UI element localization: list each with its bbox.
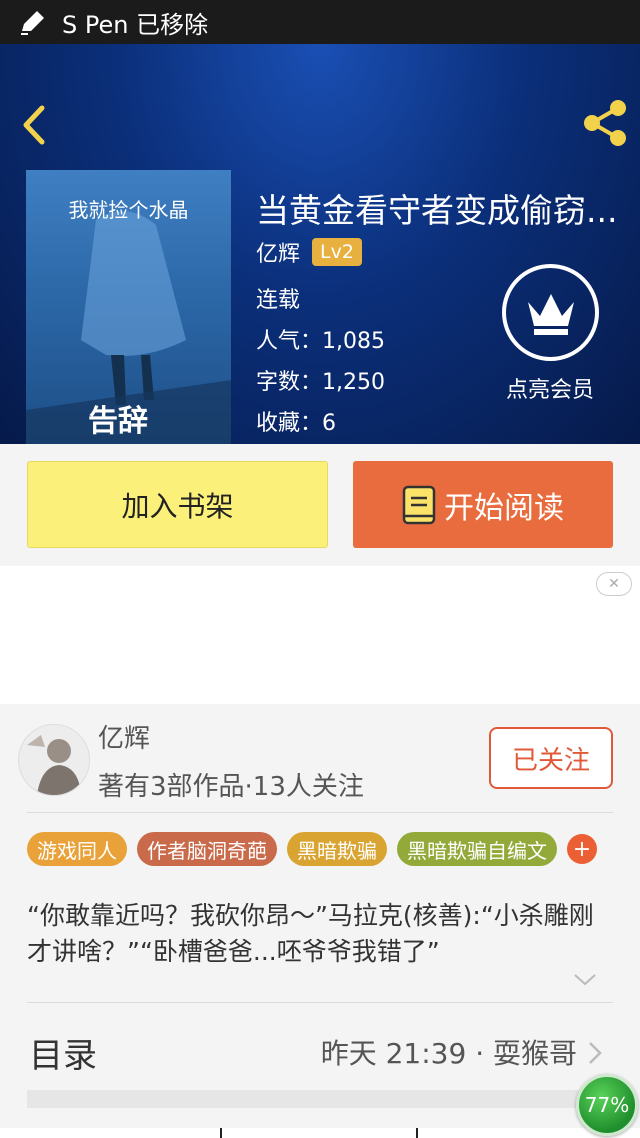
chevron-right-icon (589, 1042, 602, 1064)
avatar-image (19, 725, 89, 795)
author-row: 亿辉 Lv2 (256, 236, 362, 268)
start-reading-label: 开始阅读 (444, 490, 564, 526)
status-bar: S Pen 已移除 (0, 0, 640, 44)
table-of-contents-row[interactable]: 目录 昨天 21:39 · 耍猴哥 (27, 1022, 613, 1078)
cover-title: 告辞 (88, 404, 148, 439)
follow-button[interactable]: 已关注 (489, 727, 613, 789)
pen-icon (21, 11, 44, 35)
status-text: S Pen 已移除 (62, 10, 209, 39)
divider (416, 1128, 418, 1138)
share-icon[interactable] (578, 96, 632, 150)
level-badge: Lv2 (312, 238, 362, 266)
crown-icon (528, 294, 574, 335)
author-card: 亿辉 著有3部作品·13人关注 已关注 游戏同人 作者脑洞奇葩 黑暗欺骗 黑暗欺… (0, 704, 640, 1138)
toc-last-update: 昨天 21:39 · 耍猴哥 (320, 1037, 577, 1070)
author-stats: 著有3部作品·13人关注 (98, 772, 364, 802)
vip-label[interactable]: 点亮会员 (480, 372, 620, 404)
cover-subtitle: 我就捡个水晶 (68, 198, 189, 222)
divider (220, 1128, 222, 1138)
author-card-name[interactable]: 亿辉 (98, 718, 150, 755)
divider (27, 812, 613, 813)
serial-status: 连载 (256, 288, 301, 313)
start-reading-button[interactable]: 开始阅读 (353, 461, 613, 548)
tag-item[interactable]: 黑暗欺骗自编文 (397, 832, 557, 866)
toc-title: 目录 (29, 1036, 97, 1076)
section-gap (27, 1090, 613, 1108)
more-tags-button[interactable]: + (567, 834, 597, 864)
book-header: 我就捡个水晶 告辞 当黄金看守者变成偷窃... 亿辉 Lv2 连载 人气：1,0… (0, 44, 640, 444)
add-to-shelf-button[interactable]: 加入书架 (27, 461, 328, 548)
progress-badge[interactable]: 77% (576, 1074, 638, 1136)
popularity-count: 人气：1,085 (256, 329, 385, 354)
tag-item[interactable]: 作者脑洞奇葩 (137, 832, 277, 866)
vip-button[interactable] (502, 264, 599, 361)
favorites-count: 收藏：6 (256, 411, 336, 436)
chevron-left-icon[interactable] (14, 100, 54, 150)
chevron-down-icon[interactable] (572, 972, 598, 988)
tag-item[interactable]: 黑暗欺骗 (287, 832, 387, 866)
close-icon[interactable]: ✕ (596, 572, 632, 596)
ad-banner: ✕ (0, 566, 640, 704)
tag-item[interactable]: 游戏同人 (27, 832, 127, 866)
book-intro[interactable]: “你敢靠近吗？我砍你昂～”马拉克(核善):“小杀雕刚才讲啥？”“卧槽爸爸...呸… (27, 898, 613, 970)
divider (27, 1002, 613, 1003)
book-icon (402, 485, 436, 524)
avatar[interactable] (18, 724, 90, 796)
author-name[interactable]: 亿辉 (256, 236, 300, 268)
add-to-shelf-label: 加入书架 (121, 489, 234, 523)
book-title: 当黄金看守者变成偷窃... (256, 191, 618, 230)
bottom-tabs-peek (0, 1128, 640, 1138)
action-bar: 加入书架 开始阅读 (0, 444, 640, 566)
book-cover[interactable]: 我就捡个水晶 告辞 (26, 170, 231, 444)
word-count: 字数：1,250 (256, 370, 385, 395)
tag-list: 游戏同人 作者脑洞奇葩 黑暗欺骗 黑暗欺骗自编文 + (27, 832, 597, 866)
